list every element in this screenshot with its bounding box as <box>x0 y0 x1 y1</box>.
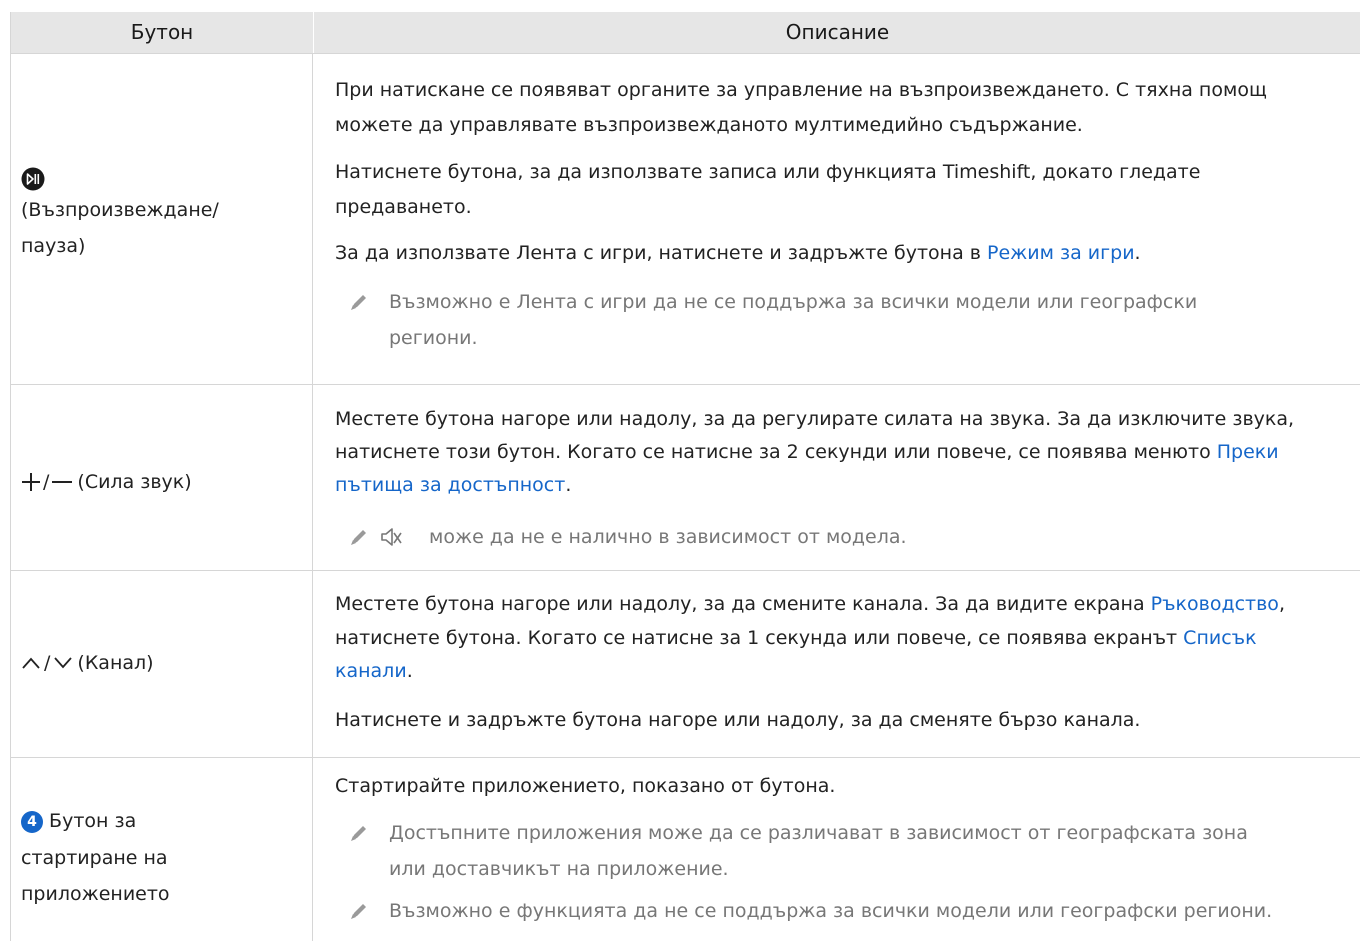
description-line: Натиснете бутона, за да използвате запис… <box>335 161 1201 183</box>
accessibility-shortcuts-link[interactable]: Преки <box>1217 441 1279 463</box>
button-label: приложението <box>21 883 170 905</box>
chevron-up-icon <box>22 657 40 669</box>
accessibility-shortcuts-link[interactable]: пътища за достъпност <box>335 474 565 496</box>
channel-list-link[interactable]: Списък <box>1183 627 1256 649</box>
text-segment: , <box>1278 593 1285 615</box>
table-row-play-pause: (Възпроизвеждане/ пауза) При натискане с… <box>11 53 1360 384</box>
pencil-note-icon <box>351 904 366 919</box>
note: Възможно е функцията да не се поддържа з… <box>335 893 1350 929</box>
slash-separator: / <box>44 652 51 674</box>
slash-separator: / <box>43 471 50 493</box>
button-cell: 4 Бутон за стартиране на приложението <box>11 758 313 941</box>
button-label: (Канал) <box>77 652 154 674</box>
minus-icon <box>52 481 73 483</box>
description-cell: Местете бутона нагоре или надолу, за да … <box>313 385 1360 570</box>
channel-list-link[interactable]: канали <box>335 660 407 682</box>
number-badge: 4 <box>21 811 43 833</box>
button-cell: / (Канал) <box>11 571 313 757</box>
volume-button-label: / (Сила звук) <box>21 467 192 497</box>
pencil-note-icon <box>351 295 366 310</box>
text-segment: натиснете бутона. Когато се натисне за 1… <box>335 627 1184 649</box>
description-cell: При натискане се появяват органите за уп… <box>313 54 1360 384</box>
text-segment: За да използвате Лента с игри, натиснете… <box>335 242 988 264</box>
note-text: или доставчикът на приложение. <box>389 858 729 880</box>
plus-icon <box>22 473 40 491</box>
description-line: За да използвате Лента с игри, натиснете… <box>335 237 1350 270</box>
description-line: пътища за достъпност. <box>335 469 1350 502</box>
pencil-note-icon <box>351 826 366 841</box>
header-button-col: Бутон <box>11 12 314 53</box>
button-label: (Сила звук) <box>77 471 192 493</box>
note-text: Възможно е функцията да не се поддържа з… <box>389 900 1273 922</box>
button-description-table: Бутон Описание (Възпроизвеждане/ пауза) … <box>10 12 1360 941</box>
text-segment: Местете бутона нагоре или надолу, за да … <box>335 593 1151 615</box>
play-pause-icon <box>21 167 45 195</box>
description-line: Местете бутона нагоре или надолу, за да … <box>335 408 1295 430</box>
description-line: предаването. <box>335 196 472 218</box>
text-segment: . <box>406 660 413 682</box>
header-description-col: Описание <box>785 20 890 44</box>
button-label: стартиране на <box>21 847 168 869</box>
button-label: пауза) <box>21 235 86 257</box>
description-line: Натиснете и задръжте бутона нагоре или н… <box>335 709 1141 731</box>
button-label: 4 Бутон за <box>21 805 136 838</box>
description-line: Стартирайте приложението, показано от бу… <box>335 775 836 797</box>
description-cell: Стартирайте приложението, показано от бу… <box>313 758 1360 941</box>
table-row-volume: / (Сила звук) Местете бутона нагоре или … <box>11 384 1360 570</box>
game-mode-link[interactable]: Режим за игри <box>987 242 1135 264</box>
description-line: натиснете бутона. Когато се натисне за 1… <box>335 622 1350 655</box>
description-cell: Местете бутона нагоре или надолу, за да … <box>313 571 1360 757</box>
text-segment: натиснете този бутон. Когато се натисне … <box>335 441 1217 463</box>
note-text: региони. <box>389 327 478 349</box>
note-text: може да не е налично в зависимост от мод… <box>429 526 907 548</box>
description-line: При натискане се появяват органите за уп… <box>335 79 1267 101</box>
channel-button-label: / (Канал) <box>21 648 154 678</box>
button-cell: / (Сила звук) <box>11 385 313 570</box>
guide-link[interactable]: Ръководство <box>1151 593 1279 615</box>
description-line: натиснете този бутон. Когато се натисне … <box>335 436 1350 469</box>
text-segment: . <box>565 474 572 496</box>
note-text: Възможно е Лента с игри да не се поддърж… <box>389 291 1198 313</box>
button-cell: (Възпроизвеждане/ пауза) <box>11 54 313 384</box>
note: може да не е налично в зависимост от мод… <box>335 519 1350 555</box>
button-label: (Възпроизвеждане/ <box>21 199 219 221</box>
description-line: Местете бутона нагоре или надолу, за да … <box>335 588 1350 621</box>
note: Възможно е Лента с игри да не се поддърж… <box>335 284 1350 364</box>
mute-icon <box>381 528 402 546</box>
note: Достъпните приложения може да се различа… <box>335 815 1350 887</box>
table-row-channel: / (Канал) Местете бутона нагоре или надо… <box>11 570 1360 757</box>
table-row-app-launch: 4 Бутон за стартиране на приложението Ст… <box>11 757 1360 941</box>
description-line: можете да управлявате възпроизвежданото … <box>335 114 1083 136</box>
text-segment: Бутон за <box>49 810 137 832</box>
table-header: Бутон Описание <box>11 12 1360 53</box>
text-segment: . <box>1134 242 1141 264</box>
note-text: Достъпните приложения може да се различа… <box>389 822 1248 844</box>
description-line: канали. <box>335 655 1350 688</box>
chevron-down-icon <box>54 657 73 669</box>
pencil-note-icon <box>351 530 366 545</box>
